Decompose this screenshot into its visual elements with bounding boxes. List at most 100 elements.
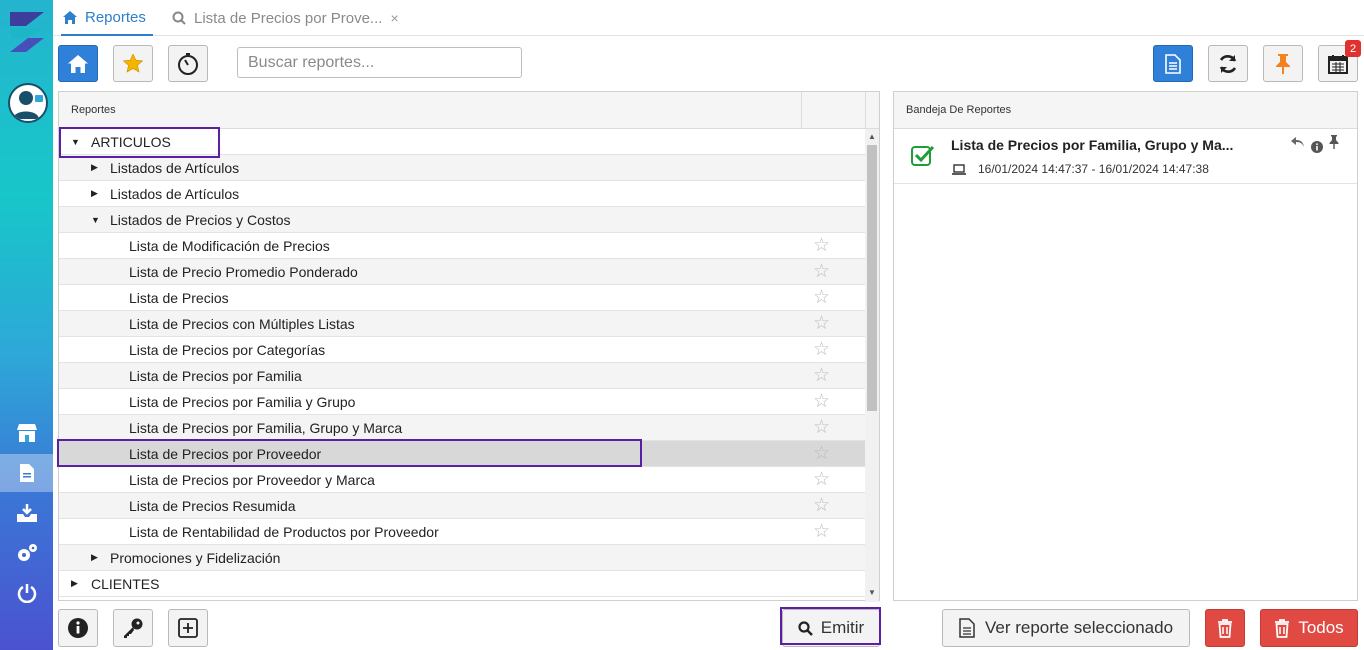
- tray-job-item[interactable]: Lista de Precios por Familia, Grupo y Ma…: [894, 129, 1357, 184]
- report-item-selected[interactable]: Lista de Precios por Proveedor ☆: [59, 441, 865, 467]
- plus-square-icon: [178, 618, 198, 638]
- tab-lista-precios-proveedor[interactable]: Lista de Precios por Prove... ×: [172, 0, 399, 36]
- reports-tree: ▼ ARTICULOS ▶ Listados de Artículos ▶ Li…: [59, 129, 865, 597]
- favorite-star-icon[interactable]: ☆: [813, 496, 830, 515]
- emit-label: Emitir: [820, 618, 865, 637]
- tree-node-listados-precios-costos[interactable]: ▼ Listados de Precios y Costos: [59, 207, 865, 233]
- home-icon: [68, 54, 88, 73]
- permissions-button[interactable]: [113, 609, 153, 647]
- info-button[interactable]: [58, 609, 98, 647]
- search-icon: [798, 620, 813, 636]
- power-icon[interactable]: [0, 574, 53, 612]
- tree-node-listados-articulos[interactable]: ▶ Listados de Artículos: [59, 181, 865, 207]
- tree-node-articulos[interactable]: ▼ ARTICULOS: [59, 129, 865, 155]
- favorite-star-icon[interactable]: ☆: [813, 314, 830, 333]
- document-icon: [959, 618, 975, 638]
- favorite-star-icon[interactable]: ☆: [813, 444, 830, 463]
- favorite-star-icon[interactable]: ☆: [813, 366, 830, 385]
- download-inbox-icon[interactable]: [0, 494, 53, 532]
- favorite-star-icon[interactable]: ☆: [813, 340, 830, 359]
- reply-icon[interactable]: [1290, 135, 1305, 153]
- favorite-star-icon[interactable]: ☆: [813, 392, 830, 411]
- view-selected-report-button[interactable]: Ver reporte seleccionado: [942, 609, 1190, 647]
- caret-right-icon[interactable]: ▶: [71, 578, 78, 589]
- history-button[interactable]: [168, 45, 208, 82]
- trash-icon: [1218, 618, 1232, 638]
- delete-all-button[interactable]: Todos: [1260, 609, 1358, 647]
- report-item[interactable]: Lista de Modificación de Precios ☆: [59, 233, 865, 259]
- info-icon[interactable]: [1311, 140, 1323, 158]
- tray-panel-header: Bandeja De Reportes: [894, 92, 1357, 129]
- close-tab-icon[interactable]: ×: [390, 10, 398, 26]
- caret-down-icon[interactable]: ▼: [91, 215, 100, 225]
- reports-panel: Reportes ▼ ARTICULOS ▶ Listados de Artíc…: [58, 91, 880, 602]
- favorite-star-icon[interactable]: ☆: [813, 288, 830, 307]
- scroll-down-arrow-icon[interactable]: ▼: [868, 588, 876, 597]
- tray-header-label: Bandeja De Reportes: [906, 104, 1012, 116]
- home-button[interactable]: [58, 45, 98, 82]
- tab-reportes[interactable]: Reportes: [61, 0, 153, 36]
- stopwatch-icon: [178, 52, 198, 75]
- scroll-up-arrow-icon[interactable]: ▲: [868, 132, 876, 141]
- laptop-icon: [952, 162, 966, 180]
- caret-right-icon[interactable]: ▶: [91, 552, 98, 563]
- pin-button[interactable]: [1263, 45, 1303, 82]
- search-icon: [172, 11, 186, 25]
- caret-right-icon[interactable]: ▶: [91, 162, 98, 173]
- favorite-star-icon[interactable]: ☆: [813, 418, 830, 437]
- report-item[interactable]: Lista de Precios ☆: [59, 285, 865, 311]
- pin-icon: [1276, 53, 1290, 74]
- refresh-icon: [1219, 54, 1237, 73]
- reports-panel-header: Reportes: [59, 92, 879, 129]
- job-title: Lista de Precios por Familia, Grupo y Ma…: [951, 137, 1234, 153]
- caret-right-icon[interactable]: ▶: [91, 188, 98, 199]
- report-item[interactable]: Lista de Precios Resumida ☆: [59, 493, 865, 519]
- report-item[interactable]: Lista de Precios por Familia y Grupo ☆: [59, 389, 865, 415]
- search-reports-input[interactable]: [237, 47, 522, 78]
- favorite-star-icon[interactable]: ☆: [813, 236, 830, 255]
- calendar-button[interactable]: 2: [1318, 40, 1361, 82]
- caret-down-icon[interactable]: ▼: [71, 137, 80, 147]
- tab-bar: Reportes Lista de Precios por Prove... ×: [53, 0, 1364, 36]
- report-tray-panel: Bandeja De Reportes Lista de Precios por…: [893, 91, 1358, 601]
- delete-button[interactable]: [1205, 609, 1245, 647]
- tree-node-listados-articulos[interactable]: ▶ Listados de Artículos: [59, 155, 865, 181]
- favorite-star-icon[interactable]: ☆: [813, 522, 830, 541]
- trash-icon: [1275, 618, 1290, 638]
- star-icon: [123, 54, 143, 73]
- tab-label: Lista de Precios por Prove...: [194, 9, 383, 27]
- report-item[interactable]: Lista de Precio Promedio Ponderado ☆: [59, 259, 865, 285]
- tree-scrollbar[interactable]: ▲ ▼: [865, 129, 879, 602]
- calendar-icon: [1328, 54, 1348, 74]
- scrollbar-thumb[interactable]: [867, 145, 877, 411]
- document-view-button[interactable]: [1153, 45, 1193, 82]
- favorite-star-icon[interactable]: ☆: [813, 262, 830, 281]
- store-nav-icon[interactable]: [0, 414, 53, 452]
- notification-badge: 2: [1345, 40, 1361, 57]
- add-button[interactable]: [168, 609, 208, 647]
- report-item[interactable]: Lista de Precios por Familia, Grupo y Ma…: [59, 415, 865, 441]
- tree-node-clientes[interactable]: ▶ CLIENTES: [59, 571, 865, 597]
- emit-button[interactable]: Emitir: [782, 609, 880, 647]
- reports-header-label: Reportes: [71, 104, 116, 116]
- pin-icon[interactable]: [1329, 135, 1339, 154]
- tab-label: Reportes: [85, 8, 146, 26]
- refresh-button[interactable]: [1208, 45, 1248, 82]
- report-item[interactable]: Lista de Precios por Categorías ☆: [59, 337, 865, 363]
- settings-gears-icon[interactable]: [0, 534, 53, 572]
- document-icon: [1165, 53, 1181, 74]
- report-item[interactable]: Lista de Precios por Proveedor y Marca ☆: [59, 467, 865, 493]
- report-item[interactable]: Lista de Precios por Familia ☆: [59, 363, 865, 389]
- job-dates: 16/01/2024 14:47:37 - 16/01/2024 14:47:3…: [978, 162, 1209, 176]
- user-avatar[interactable]: [8, 83, 48, 123]
- favorites-button[interactable]: [113, 45, 153, 82]
- report-item[interactable]: Lista de Precios con Múltiples Listas ☆: [59, 311, 865, 337]
- reports-nav-icon[interactable]: [0, 454, 53, 492]
- tree-node-promociones[interactable]: ▶ Promociones y Fidelización: [59, 545, 865, 571]
- info-icon: [68, 618, 88, 638]
- app-logo: [6, 8, 48, 54]
- left-rail: [0, 0, 53, 650]
- report-item[interactable]: Lista de Rentabilidad de Productos por P…: [59, 519, 865, 545]
- key-icon: [124, 618, 143, 638]
- favorite-star-icon[interactable]: ☆: [813, 470, 830, 489]
